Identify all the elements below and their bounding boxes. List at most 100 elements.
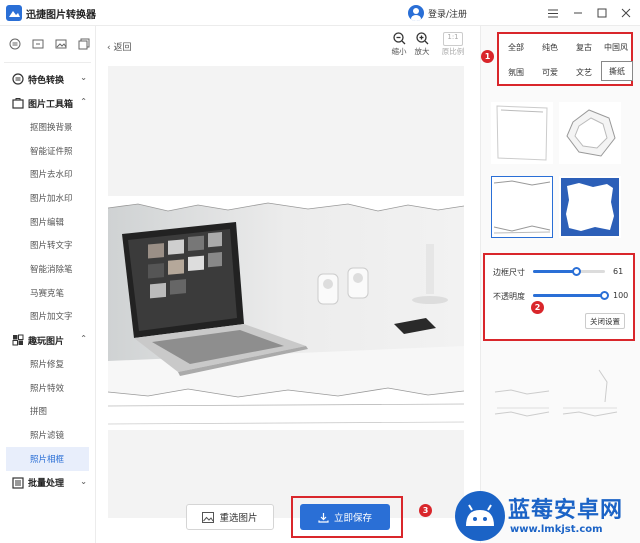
- chevron-down-icon: ⌄: [80, 476, 87, 486]
- step-marker-3: 3: [419, 504, 432, 517]
- zoom-out-label: 缩小: [391, 47, 407, 56]
- category-special-convert[interactable]: 特色转换 ⌄: [0, 67, 95, 91]
- save-button[interactable]: 立即保存: [300, 504, 390, 530]
- crop-icon[interactable]: [27, 34, 50, 54]
- sidebar-item-mosaic[interactable]: 马赛克笔: [0, 281, 95, 305]
- back-label: 返回: [113, 43, 132, 53]
- image-icon[interactable]: [50, 34, 73, 54]
- border-size-slider[interactable]: [533, 267, 605, 276]
- layers-icon[interactable]: [72, 34, 95, 54]
- tab-artsy[interactable]: 文艺: [569, 63, 599, 81]
- opacity-label: 不透明度: [493, 292, 525, 301]
- slider-fill: [533, 294, 605, 297]
- tab-chinese[interactable]: 中国风: [601, 38, 631, 56]
- opacity-slider[interactable]: [533, 291, 609, 300]
- sidebar-item-filters[interactable]: 照片滤镜: [0, 423, 95, 447]
- watermark-url: www.lmkjst.com: [510, 524, 603, 535]
- app-title: 迅捷图片转换器: [26, 10, 96, 21]
- frame-thumbnail[interactable]: [559, 102, 621, 164]
- sidebar-item-frames[interactable]: 照片相框: [6, 446, 89, 471]
- toolbox-icon: [12, 98, 24, 109]
- category-toolbox[interactable]: 图片工具箱 ⌃: [0, 91, 95, 115]
- original-ratio-label: 原比例: [441, 47, 465, 56]
- minimize-icon[interactable]: [569, 4, 587, 22]
- login-area[interactable]: 登录/注册: [408, 4, 467, 22]
- original-ratio-button[interactable]: 1:1 原比例: [440, 32, 466, 57]
- chevron-up-icon: ⌃: [80, 97, 87, 106]
- reselect-image-button[interactable]: 重选图片: [186, 504, 274, 530]
- image-canvas[interactable]: [108, 66, 464, 518]
- slider-handle[interactable]: [600, 291, 609, 300]
- frame-settings-panel: 边框尺寸 61 不透明度 100 2 关闭设置: [483, 253, 635, 341]
- frame-thumbnail[interactable]: [559, 362, 621, 424]
- avatar-icon[interactable]: [408, 5, 424, 21]
- convert-icon[interactable]: [4, 34, 27, 54]
- sidebar-item-effects[interactable]: 照片特效: [0, 376, 95, 400]
- zoom-out-icon: [387, 32, 411, 46]
- frames-panel: 1 全部 纯色 复古 中国风 氛围 可爱 文艺 撕纸 边框尺寸 61 不透明度: [480, 26, 640, 543]
- border-size-value: 61: [613, 267, 624, 276]
- tab-torn-paper[interactable]: 撕纸: [601, 61, 633, 81]
- sidebar-toolbar: [0, 26, 95, 62]
- frame-thumbnail[interactable]: [491, 362, 553, 424]
- category-label: 特色转换: [28, 75, 65, 86]
- sidebar-item-id-photo[interactable]: 智能证件照: [0, 139, 95, 163]
- category-label: 趣玩图片: [28, 336, 65, 347]
- sidebar-item-restore[interactable]: 照片修复: [0, 352, 95, 376]
- sidebar-item-remove-watermark[interactable]: 图片去水印: [0, 162, 95, 186]
- category-fun[interactable]: 趣玩图片 ⌃: [0, 328, 95, 352]
- border-size-label: 边框尺寸: [493, 268, 525, 277]
- sidebar-item-edit[interactable]: 图片编辑: [0, 210, 95, 234]
- tab-cute[interactable]: 可爱: [535, 63, 565, 81]
- save-highlight: 立即保存: [291, 496, 403, 538]
- sidebar-item-ocr[interactable]: 图片转文字: [0, 233, 95, 257]
- back-button[interactable]: ‹ 返回: [107, 40, 131, 53]
- reselect-label: 重选图片: [219, 513, 258, 524]
- frame-thumbnail[interactable]: [491, 102, 553, 164]
- slider-fill: [533, 270, 577, 273]
- zoom-in-label: 放大: [414, 47, 430, 56]
- frame-category-tabs: 全部 纯色 复古 中国风 氛围 可爱 文艺 撕纸: [497, 32, 633, 86]
- menu-icon[interactable]: [544, 4, 562, 22]
- sidebar-item-collage[interactable]: 拼图: [0, 400, 95, 424]
- category-label: 批量处理: [28, 479, 65, 490]
- sidebar: 特色转换 ⌄ 图片工具箱 ⌃ 抠图换背景 智能证件照 图片去水印 图片加水印 图…: [0, 26, 96, 543]
- opacity-value: 100: [613, 291, 629, 300]
- tab-all[interactable]: 全部: [501, 38, 531, 56]
- close-icon[interactable]: [617, 4, 635, 22]
- chevron-down-icon: ⌄: [80, 73, 87, 82]
- frame-thumbnail-selected[interactable]: [491, 176, 553, 238]
- category-label: 图片工具箱: [28, 99, 74, 110]
- tab-solid[interactable]: 纯色: [535, 38, 565, 56]
- special-convert-icon: [12, 73, 24, 85]
- slider-handle[interactable]: [572, 267, 581, 276]
- sidebar-divider: [4, 62, 91, 63]
- frame-thumbnail[interactable]: [559, 176, 621, 238]
- save-label: 立即保存: [333, 513, 372, 524]
- category-batch[interactable]: 批量处理 ⌄: [0, 471, 95, 495]
- tab-retro[interactable]: 复古: [569, 38, 599, 56]
- sidebar-item-add-watermark[interactable]: 图片加水印: [0, 186, 95, 210]
- site-watermark: 蓝莓安卓网 www.lmkjst.com: [454, 488, 640, 543]
- sidebar-item-cutout[interactable]: 抠图换背景: [0, 115, 95, 139]
- ratio-badge: 1:1: [443, 32, 463, 46]
- close-settings-button[interactable]: 关闭设置: [585, 313, 625, 329]
- batch-icon: [12, 477, 24, 489]
- editor-area: ‹ 返回 缩小 放大 1:1 原比例 重选图片 立即保存 3: [97, 26, 480, 543]
- step-marker-1: 1: [481, 50, 494, 63]
- sidebar-item-add-text[interactable]: 图片加文字: [0, 305, 95, 329]
- chevron-up-icon: ⌃: [80, 334, 87, 344]
- sidebar-item-eraser[interactable]: 智能消除笔: [0, 257, 95, 281]
- zoom-in-icon: [410, 32, 434, 46]
- android-logo-icon: [455, 491, 505, 541]
- login-link[interactable]: 登录/注册: [428, 7, 467, 20]
- zoom-out-button[interactable]: 缩小: [387, 32, 411, 57]
- image-icon: [202, 511, 215, 523]
- download-icon: [318, 512, 329, 523]
- step-marker-2: 2: [531, 301, 544, 314]
- app-logo-icon: [6, 5, 22, 21]
- maximize-icon[interactable]: [593, 4, 611, 22]
- zoom-in-button[interactable]: 放大: [410, 32, 434, 57]
- watermark-title: 蓝莓安卓网: [508, 498, 624, 523]
- tab-atmosphere[interactable]: 氛围: [501, 63, 531, 81]
